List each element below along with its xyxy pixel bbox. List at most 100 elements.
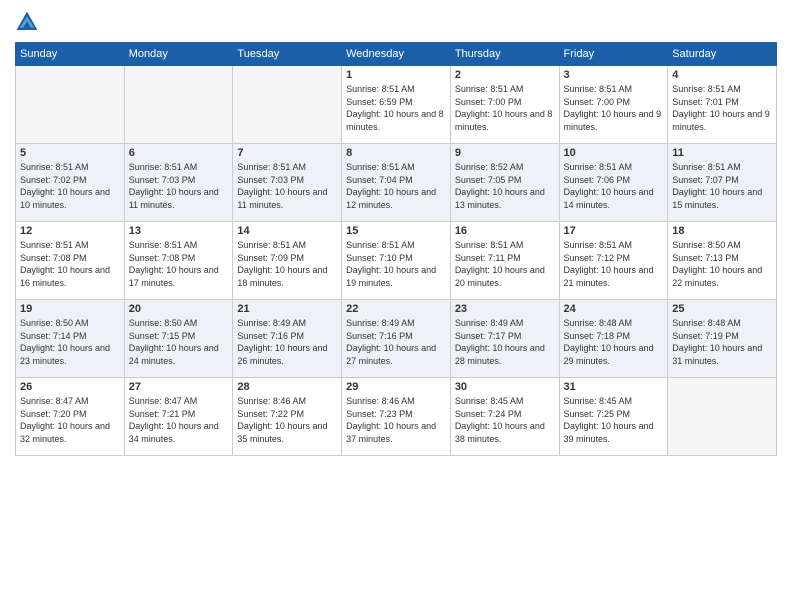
day-number: 27 [129, 381, 229, 393]
calendar-table: SundayMondayTuesdayWednesdayThursdayFrid… [15, 42, 777, 456]
weekday-header-monday: Monday [124, 43, 233, 66]
day-number: 18 [672, 225, 772, 237]
weekday-header-saturday: Saturday [668, 43, 777, 66]
day-number: 2 [455, 69, 555, 81]
week-row-5: 26 Sunrise: 8:47 AM Sunset: 7:20 PM Dayli… [16, 378, 777, 456]
day-number: 16 [455, 225, 555, 237]
day-info: Sunrise: 8:51 AM Sunset: 7:03 PM Dayligh… [129, 161, 229, 211]
calendar-cell: 21 Sunrise: 8:49 AM Sunset: 7:16 PM Dayli… [233, 300, 342, 378]
day-number: 14 [237, 225, 337, 237]
week-row-4: 19Sunrise: 8:50 AM Sunset: 7:14 PM Dayli… [16, 300, 777, 378]
day-number: 17 [564, 225, 664, 237]
day-info: Sunrise: 8:49 AM Sunset: 7:17 PM Dayligh… [455, 317, 555, 367]
calendar-cell: 30Sunrise: 8:45 AM Sunset: 7:24 PM Dayli… [450, 378, 559, 456]
day-number: 28 [237, 381, 337, 393]
day-info: Sunrise: 8:50 AM Sunset: 7:13 PM Dayligh… [672, 239, 772, 289]
day-info: Sunrise: 8:48 AM Sunset: 7:19 PM Dayligh… [672, 317, 772, 367]
day-info: Sunrise: 8:49 AM Sunset: 7:16 PM Dayligh… [237, 317, 337, 367]
weekday-header-row: SundayMondayTuesdayWednesdayThursdayFrid… [16, 43, 777, 66]
day-info: Sunrise: 8:49 AM Sunset: 7:16 PM Dayligh… [346, 317, 446, 367]
day-number: 5 [20, 147, 120, 159]
calendar-cell: 11 Sunrise: 8:51 AM Sunset: 7:07 PM Dayli… [668, 144, 777, 222]
day-number: 4 [672, 69, 772, 81]
day-number: 26 [20, 381, 120, 393]
day-info: Sunrise: 8:51 AM Sunset: 7:04 PM Dayligh… [346, 161, 446, 211]
calendar-cell: 18 Sunrise: 8:50 AM Sunset: 7:13 PM Dayli… [668, 222, 777, 300]
calendar-cell: 15 Sunrise: 8:51 AM Sunset: 7:10 PM Dayli… [342, 222, 451, 300]
day-info: Sunrise: 8:51 AM Sunset: 7:00 PM Dayligh… [455, 83, 555, 133]
calendar-cell: 27Sunrise: 8:47 AM Sunset: 7:21 PM Dayli… [124, 378, 233, 456]
day-number: 11 [672, 147, 772, 159]
calendar-page: SundayMondayTuesdayWednesdayThursdayFrid… [0, 0, 792, 612]
page-header [15, 10, 777, 34]
calendar-cell: 13 Sunrise: 8:51 AM Sunset: 7:08 PM Dayli… [124, 222, 233, 300]
day-number: 20 [129, 303, 229, 315]
day-number: 13 [129, 225, 229, 237]
day-info: Sunrise: 8:51 AM Sunset: 7:08 PM Dayligh… [129, 239, 229, 289]
day-info: Sunrise: 8:51 AM Sunset: 7:01 PM Dayligh… [672, 83, 772, 133]
day-number: 1 [346, 69, 446, 81]
day-info: Sunrise: 8:51 AM Sunset: 7:03 PM Dayligh… [237, 161, 337, 211]
day-info: Sunrise: 8:47 AM Sunset: 7:20 PM Dayligh… [20, 395, 120, 445]
weekday-header-thursday: Thursday [450, 43, 559, 66]
calendar-cell: 19Sunrise: 8:50 AM Sunset: 7:14 PM Dayli… [16, 300, 125, 378]
calendar-cell [668, 378, 777, 456]
day-info: Sunrise: 8:45 AM Sunset: 7:25 PM Dayligh… [564, 395, 664, 445]
calendar-cell: 20 Sunrise: 8:50 AM Sunset: 7:15 PM Dayli… [124, 300, 233, 378]
day-info: Sunrise: 8:51 AM Sunset: 7:11 PM Dayligh… [455, 239, 555, 289]
calendar-cell: 8 Sunrise: 8:51 AM Sunset: 7:04 PM Daylig… [342, 144, 451, 222]
day-info: Sunrise: 8:51 AM Sunset: 7:02 PM Dayligh… [20, 161, 120, 211]
calendar-cell: 22 Sunrise: 8:49 AM Sunset: 7:16 PM Dayli… [342, 300, 451, 378]
calendar-cell: 6 Sunrise: 8:51 AM Sunset: 7:03 PM Daylig… [124, 144, 233, 222]
calendar-cell: 4 Sunrise: 8:51 AM Sunset: 7:01 PM Daylig… [668, 66, 777, 144]
week-row-2: 5 Sunrise: 8:51 AM Sunset: 7:02 PM Daylig… [16, 144, 777, 222]
day-number: 24 [564, 303, 664, 315]
day-info: Sunrise: 8:51 AM Sunset: 7:00 PM Dayligh… [564, 83, 664, 133]
day-number: 6 [129, 147, 229, 159]
day-info: Sunrise: 8:51 AM Sunset: 7:08 PM Dayligh… [20, 239, 120, 289]
day-number: 3 [564, 69, 664, 81]
week-row-1: 1Sunrise: 8:51 AM Sunset: 6:59 PM Daylig… [16, 66, 777, 144]
calendar-cell: 24 Sunrise: 8:48 AM Sunset: 7:18 PM Dayli… [559, 300, 668, 378]
calendar-cell: 7 Sunrise: 8:51 AM Sunset: 7:03 PM Daylig… [233, 144, 342, 222]
day-number: 12 [20, 225, 120, 237]
calendar-cell: 25Sunrise: 8:48 AM Sunset: 7:19 PM Dayli… [668, 300, 777, 378]
weekday-header-tuesday: Tuesday [233, 43, 342, 66]
day-number: 10 [564, 147, 664, 159]
calendar-cell: 12 Sunrise: 8:51 AM Sunset: 7:08 PM Dayli… [16, 222, 125, 300]
calendar-cell: 3 Sunrise: 8:51 AM Sunset: 7:00 PM Daylig… [559, 66, 668, 144]
day-number: 31 [564, 381, 664, 393]
day-number: 7 [237, 147, 337, 159]
calendar-cell: 28 Sunrise: 8:46 AM Sunset: 7:22 PM Dayli… [233, 378, 342, 456]
calendar-cell: 16 Sunrise: 8:51 AM Sunset: 7:11 PM Dayli… [450, 222, 559, 300]
week-row-3: 12 Sunrise: 8:51 AM Sunset: 7:08 PM Dayli… [16, 222, 777, 300]
day-number: 15 [346, 225, 446, 237]
calendar-cell: 26 Sunrise: 8:47 AM Sunset: 7:20 PM Dayli… [16, 378, 125, 456]
calendar-cell [124, 66, 233, 144]
calendar-cell: 2 Sunrise: 8:51 AM Sunset: 7:00 PM Daylig… [450, 66, 559, 144]
day-info: Sunrise: 8:48 AM Sunset: 7:18 PM Dayligh… [564, 317, 664, 367]
day-info: Sunrise: 8:51 AM Sunset: 7:10 PM Dayligh… [346, 239, 446, 289]
calendar-cell: 17Sunrise: 8:51 AM Sunset: 7:12 PM Dayli… [559, 222, 668, 300]
day-info: Sunrise: 8:50 AM Sunset: 7:15 PM Dayligh… [129, 317, 229, 367]
day-info: Sunrise: 8:46 AM Sunset: 7:23 PM Dayligh… [346, 395, 446, 445]
day-number: 30 [455, 381, 555, 393]
calendar-cell: 10 Sunrise: 8:51 AM Sunset: 7:06 PM Dayli… [559, 144, 668, 222]
day-info: Sunrise: 8:51 AM Sunset: 7:06 PM Dayligh… [564, 161, 664, 211]
day-info: Sunrise: 8:51 AM Sunset: 7:09 PM Dayligh… [237, 239, 337, 289]
calendar-cell: 29Sunrise: 8:46 AM Sunset: 7:23 PM Dayli… [342, 378, 451, 456]
day-info: Sunrise: 8:52 AM Sunset: 7:05 PM Dayligh… [455, 161, 555, 211]
calendar-cell: 9 Sunrise: 8:52 AM Sunset: 7:05 PM Daylig… [450, 144, 559, 222]
day-number: 22 [346, 303, 446, 315]
day-number: 21 [237, 303, 337, 315]
weekday-header-sunday: Sunday [16, 43, 125, 66]
calendar-cell: 1Sunrise: 8:51 AM Sunset: 6:59 PM Daylig… [342, 66, 451, 144]
day-number: 8 [346, 147, 446, 159]
calendar-cell [16, 66, 125, 144]
calendar-cell: 5 Sunrise: 8:51 AM Sunset: 7:02 PM Daylig… [16, 144, 125, 222]
day-number: 9 [455, 147, 555, 159]
day-info: Sunrise: 8:46 AM Sunset: 7:22 PM Dayligh… [237, 395, 337, 445]
weekday-header-wednesday: Wednesday [342, 43, 451, 66]
day-info: Sunrise: 8:51 AM Sunset: 7:07 PM Dayligh… [672, 161, 772, 211]
calendar-cell [233, 66, 342, 144]
